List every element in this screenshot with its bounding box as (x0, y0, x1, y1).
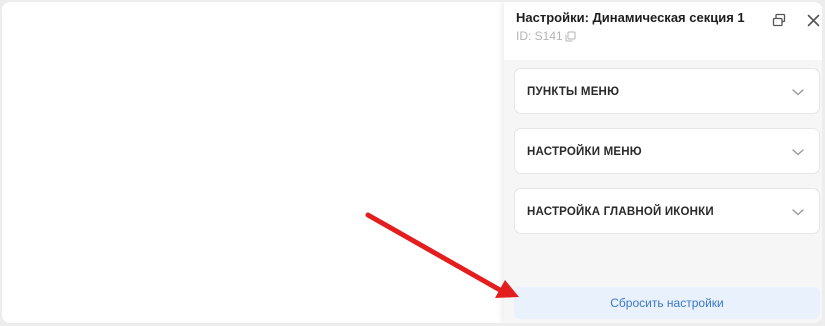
chevron-down-icon (792, 149, 804, 156)
settings-panel: Настройки: Динамическая секция 1 ID: S14… (504, 2, 822, 323)
close-button[interactable] (804, 11, 822, 29)
panel-header: Настройки: Динамическая секция 1 ID: S14… (504, 2, 822, 60)
section-main-icon-settings[interactable]: НАСТРОЙКА ГЛАВНОЙ ИКОНКИ (514, 188, 820, 234)
close-icon (807, 14, 819, 26)
section-label: ПУНКТЫ МЕНЮ (527, 86, 620, 98)
chevron-down-icon (792, 89, 804, 96)
page-frame: Настройки: Динамическая секция 1 ID: S14… (2, 2, 822, 323)
panel-title: Настройки: Динамическая секция 1 (516, 10, 745, 25)
copy-icon[interactable] (565, 31, 576, 42)
chevron-down-icon (792, 209, 804, 216)
reset-settings-button[interactable]: Сбросить настройки (514, 287, 820, 319)
panel-id-text: ID: S141 (516, 29, 563, 43)
panel-id: ID: S141 (516, 29, 576, 43)
section-label: НАСТРОЙКА ГЛАВНОЙ ИКОНКИ (527, 206, 714, 218)
section-menu-items[interactable]: ПУНКТЫ МЕНЮ (514, 68, 820, 114)
section-label: НАСТРОЙКИ МЕНЮ (527, 146, 642, 158)
popout-button[interactable] (770, 11, 788, 29)
popout-icon (772, 13, 786, 27)
section-menu-settings[interactable]: НАСТРОЙКИ МЕНЮ (514, 128, 820, 174)
